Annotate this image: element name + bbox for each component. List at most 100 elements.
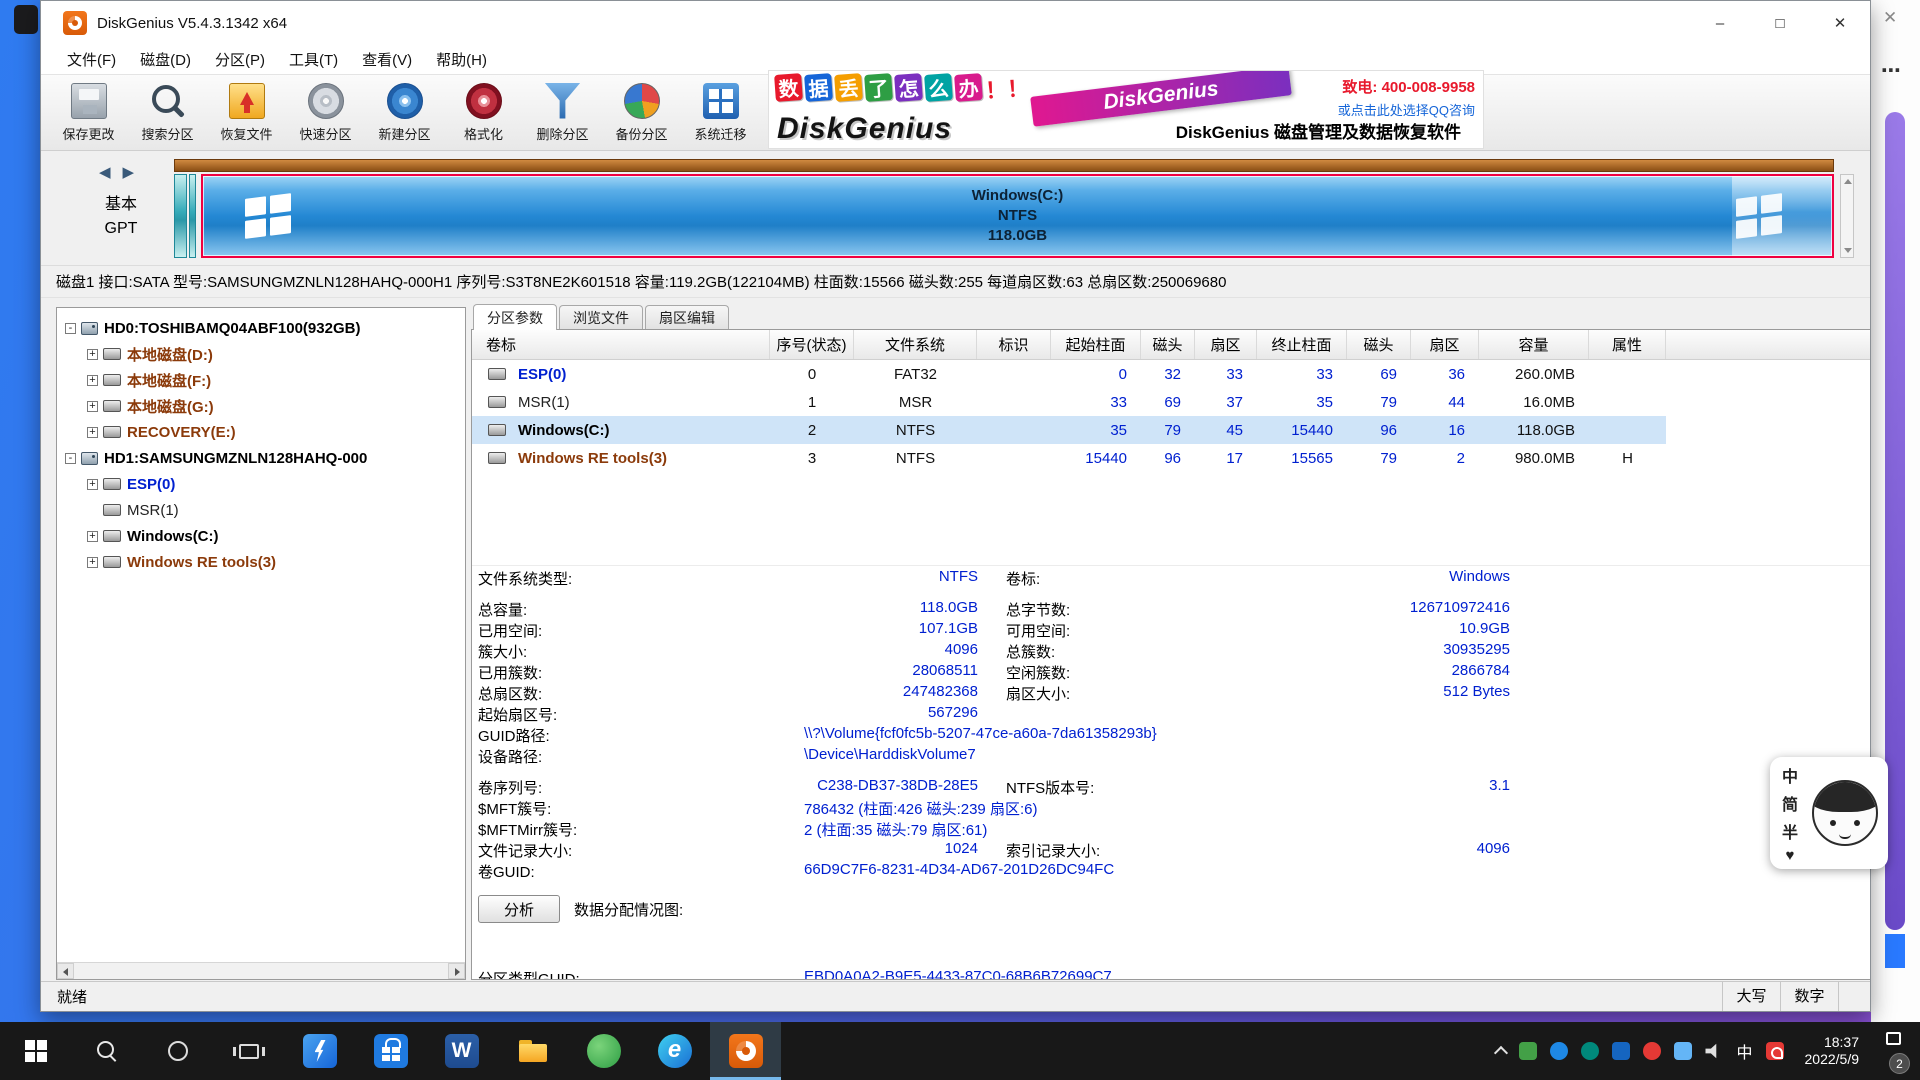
cortana-button[interactable] [142, 1022, 213, 1080]
next-disk-arrow-icon[interactable]: ▶ [123, 163, 135, 181]
pinned-app-edge[interactable] [639, 1022, 710, 1080]
toolbar-delete-partition[interactable]: 删除分区 [523, 75, 602, 150]
titlebar[interactable]: DiskGenius V5.4.3.1342 x64 – □ ✕ [41, 1, 1870, 45]
expand-icon[interactable]: + [87, 349, 98, 360]
col-start-sector[interactable]: 扇区 [1195, 330, 1257, 359]
col-volume[interactable]: 卷标 [472, 330, 770, 359]
tree-item-msr[interactable]: MSR(1) [57, 497, 465, 523]
tray-icon-teal[interactable] [1581, 1042, 1599, 1060]
toolbar-recover-files[interactable]: 恢复文件 [207, 75, 286, 150]
col-filesystem[interactable]: 文件系统 [854, 330, 977, 359]
hidden-icons-chevron-icon[interactable] [1494, 1046, 1508, 1060]
pinned-app-store[interactable] [355, 1022, 426, 1080]
toolbar-backup-partition[interactable]: 备份分区 [602, 75, 681, 150]
col-end-sector[interactable]: 扇区 [1411, 330, 1479, 359]
pinned-app-lightning[interactable] [284, 1022, 355, 1080]
running-app-diskgenius[interactable] [710, 1022, 781, 1080]
background-scrollbar[interactable] [1885, 112, 1905, 930]
sogou-ime-icon[interactable] [1766, 1042, 1784, 1060]
collapse-icon[interactable]: - [65, 453, 76, 464]
msr-partition-block[interactable] [189, 174, 196, 258]
expand-icon[interactable]: + [87, 531, 98, 542]
banner-qq-link[interactable]: 或点击此处选择QQ咨询 [1338, 100, 1475, 119]
tab-browse-files[interactable]: 浏览文件 [559, 305, 643, 329]
menu-help[interactable]: 帮助(H) [424, 45, 499, 74]
taskbar-clock[interactable]: 18:37 2022/5/9 [1805, 1034, 1860, 1068]
expand-icon[interactable]: + [87, 375, 98, 386]
partition-bar-scrollbar[interactable] [1840, 174, 1854, 258]
analyze-button[interactable]: 分析 [478, 895, 560, 923]
minimize-button[interactable]: – [1690, 1, 1750, 45]
col-capacity[interactable]: 容量 [1479, 330, 1589, 359]
toolbar-search-partition[interactable]: 搜索分区 [128, 75, 207, 150]
input-language-indicator[interactable]: 中 [1736, 1039, 1752, 1063]
scroll-left-arrow-icon[interactable] [57, 963, 74, 979]
tree-item-disk-d[interactable]: + 本地磁盘(D:) [57, 341, 465, 367]
menu-view[interactable]: 查看(V) [350, 45, 424, 74]
tree-item-disk-g[interactable]: + 本地磁盘(G:) [57, 393, 465, 419]
tab-partition-params[interactable]: 分区参数 [473, 304, 557, 330]
toolbar-new-partition[interactable]: 新建分区 [365, 75, 444, 150]
partition-row-re-tools[interactable]: Windows RE tools(3) 3 NTFS 15440 96 17 1… [472, 444, 1870, 472]
pinned-app-word[interactable] [426, 1022, 497, 1080]
scroll-right-arrow-icon[interactable] [448, 963, 465, 979]
maximize-button[interactable]: □ [1750, 1, 1810, 45]
col-index[interactable]: 序号(状态) [770, 330, 854, 359]
tree-item-windows-c[interactable]: + Windows(C:) [57, 523, 465, 549]
tree-item-re-tools[interactable]: + Windows RE tools(3) [57, 549, 465, 575]
tree-item-esp[interactable]: + ESP(0) [57, 471, 465, 497]
col-start-head[interactable]: 磁头 [1141, 330, 1195, 359]
expand-icon[interactable]: + [87, 427, 98, 438]
ime-heart-icon[interactable]: ♥ [1786, 847, 1795, 864]
search-button[interactable] [71, 1022, 142, 1080]
ime-simplified-button[interactable]: 简 [1782, 791, 1798, 815]
menu-disk[interactable]: 磁盘(D) [128, 45, 203, 74]
prev-disk-arrow-icon[interactable]: ◀ [99, 163, 111, 181]
toolbar-save-changes[interactable]: 保存更改 [49, 75, 128, 150]
partition-row-esp[interactable]: ESP(0) 0 FAT32 0 32 33 33 69 36 260.0MB [472, 360, 1870, 388]
partition-row-windows-c[interactable]: Windows(C:) 2 NTFS 35 79 45 15440 96 16 … [472, 416, 1870, 444]
expand-icon[interactable]: + [87, 479, 98, 490]
ime-lang-button[interactable]: 中 [1782, 763, 1798, 787]
expand-icon[interactable]: + [87, 557, 98, 568]
ime-mascot[interactable] [1812, 780, 1878, 846]
start-button[interactable] [0, 1022, 71, 1080]
menu-tools[interactable]: 工具(T) [277, 45, 350, 74]
menu-file[interactable]: 文件(F) [55, 45, 128, 74]
esp-partition-block[interactable] [174, 174, 187, 258]
tray-icon-navy[interactable] [1612, 1042, 1630, 1060]
tree-item-hd1[interactable]: - HD1:SAMSUNGMZNLN128HAHQ-000 [57, 445, 465, 471]
collapse-icon[interactable]: - [65, 323, 76, 334]
close-button[interactable]: ✕ [1810, 1, 1870, 45]
pinned-app-explorer[interactable] [497, 1022, 568, 1080]
col-flag[interactable]: 标识 [977, 330, 1051, 359]
ime-panel[interactable]: 中 简 半 ♥ [1770, 757, 1888, 869]
toolbar-system-migration[interactable]: 系统迁移 [681, 75, 760, 150]
toolbar-quick-partition[interactable]: 快速分区 [286, 75, 365, 150]
tray-icon-lightblue[interactable] [1674, 1042, 1692, 1060]
tab-sector-edit[interactable]: 扇区编辑 [645, 305, 729, 329]
more-options-icon[interactable]: ⋯ [1881, 58, 1901, 83]
tree-item-disk-f[interactable]: + 本地磁盘(F:) [57, 367, 465, 393]
tray-icon-green[interactable] [1519, 1042, 1537, 1060]
toolbar-format[interactable]: 格式化 [444, 75, 523, 150]
tree-item-hd0[interactable]: - HD0:TOSHIBAMQ04ABF100(932GB) [57, 315, 465, 341]
col-end-head[interactable]: 磁头 [1347, 330, 1411, 359]
tree-horizontal-scrollbar[interactable] [57, 962, 465, 979]
ime-halfwidth-button[interactable]: 半 [1782, 819, 1798, 843]
col-attr[interactable]: 属性 [1589, 330, 1666, 359]
tray-icon-blue[interactable] [1550, 1042, 1568, 1060]
windows-c-partition-block[interactable]: Windows(C:) NTFS 118.0GB [201, 174, 1834, 258]
expand-icon[interactable]: + [87, 401, 98, 412]
partition-row-msr[interactable]: MSR(1) 1 MSR 33 69 37 35 79 44 16.0MB [472, 388, 1870, 416]
col-start-cyl[interactable]: 起始柱面 [1051, 330, 1141, 359]
volume-icon[interactable] [1705, 1043, 1723, 1059]
task-view-button[interactable] [213, 1022, 284, 1080]
menu-partition[interactable]: 分区(P) [203, 45, 277, 74]
pinned-app-green-browser[interactable] [568, 1022, 639, 1080]
background-close-icon[interactable]: ✕ [1883, 8, 1897, 28]
tree-item-recovery-e[interactable]: + RECOVERY(E:) [57, 419, 465, 445]
col-end-cyl[interactable]: 终止柱面 [1257, 330, 1347, 359]
action-center-button[interactable]: 2 [1880, 1022, 1910, 1080]
tray-icon-red[interactable] [1643, 1042, 1661, 1060]
